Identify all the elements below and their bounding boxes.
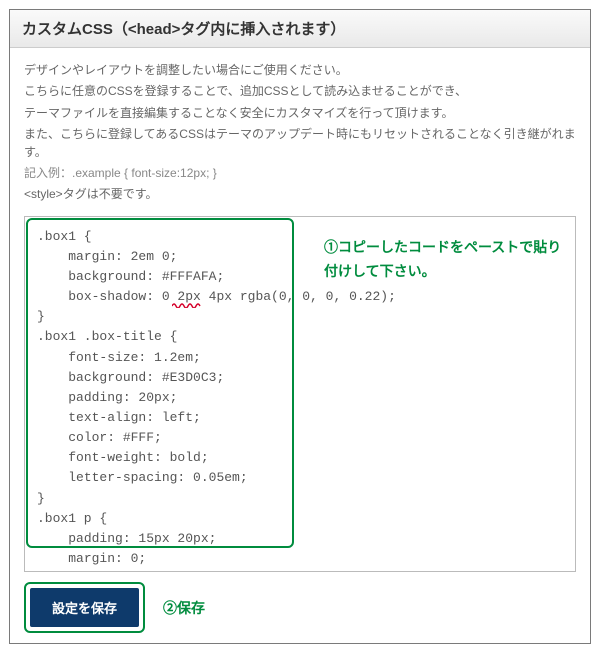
save-button[interactable]: 設定を保存 — [30, 588, 139, 627]
custom-css-panel: カスタムCSS（<head>タグ内に挿入されます） デザインやレイアウトを調整し… — [9, 9, 591, 644]
desc-example: 記入例：.example { font-size:12px; } — [24, 165, 576, 182]
desc-line: <style>タグは不要です。 — [24, 186, 576, 203]
desc-line: デザインやレイアウトを調整したい場合にご使用ください。 — [24, 62, 576, 79]
desc-line: テーマファイルを直接編集することなく安全にカスタマイズを行って頂けます。 — [24, 105, 576, 122]
custom-css-textarea[interactable] — [24, 216, 576, 572]
annotation-save-highlight: 設定を保存 — [24, 582, 145, 633]
panel-title: カスタムCSS（<head>タグ内に挿入されます） — [10, 10, 590, 48]
description-block: デザインやレイアウトを調整したい場合にご使用ください。 こちらに任意のCSSを登… — [24, 62, 576, 208]
desc-line: こちらに任意のCSSを登録することで、追加CSSとして読み込ませることができ、 — [24, 83, 576, 100]
desc-line: また、こちらに登録してあるCSSはテーマのアップデート時にもリセットされることな… — [24, 126, 576, 161]
annotation-save: ②保存 — [163, 598, 205, 618]
